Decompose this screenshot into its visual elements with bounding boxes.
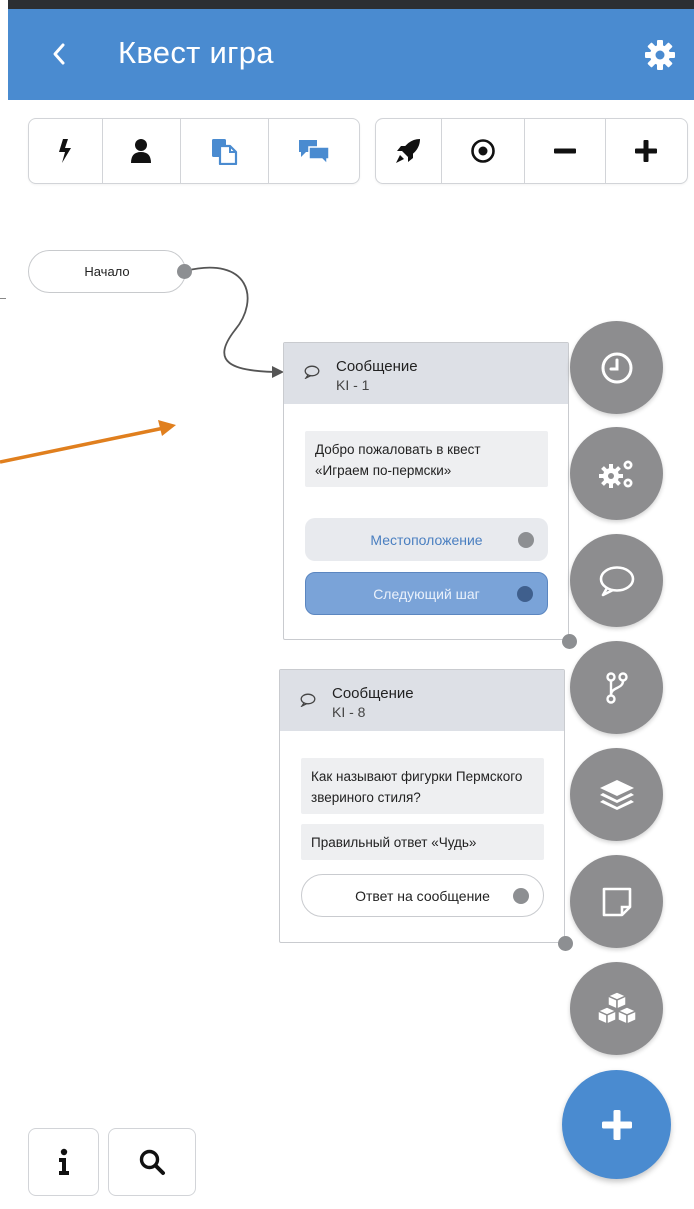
layers-fab[interactable] [570, 748, 663, 841]
speech-bubble-icon [304, 365, 320, 379]
message-card-id: KI - 8 [332, 704, 366, 720]
message-card-id: KI - 1 [336, 377, 370, 393]
search-button[interactable] [108, 1128, 196, 1196]
branch-fab[interactable] [570, 641, 663, 734]
message-card-port[interactable] [562, 634, 577, 649]
cubes-icon [595, 990, 638, 1025]
plus-icon [601, 1109, 632, 1140]
note-fab[interactable] [570, 855, 663, 948]
message-text: Как называют фигурки Пермского звериного… [301, 758, 544, 814]
start-node-label: Начало [84, 264, 130, 279]
info-icon [58, 1148, 69, 1175]
answer-button-next-step[interactable]: Следующий шаг [305, 572, 548, 615]
message-card[interactable]: Сообщение KI - 8 Как называют фигурки Пе… [279, 669, 565, 943]
branch-icon [605, 671, 628, 704]
annotation-arrowhead [158, 420, 176, 436]
answer-label: Ответ на сообщение [355, 887, 490, 904]
info-button[interactable] [28, 1128, 99, 1196]
timer-fab[interactable] [570, 321, 663, 414]
message-card-title: Сообщение [336, 358, 418, 375]
message-card-header: Сообщение KI - 1 [284, 343, 568, 404]
blocks-fab[interactable] [570, 962, 663, 1055]
answer-port[interactable] [513, 887, 529, 904]
message-text: Правильный ответ «Чудь» [301, 824, 544, 860]
start-node[interactable]: Начало [28, 250, 186, 293]
message-card-title: Сообщение [332, 685, 414, 702]
answer-button-location[interactable]: Местоположение [305, 518, 548, 561]
gears-icon [598, 460, 632, 488]
message-card[interactable]: Сообщение KI - 1 Добро пожаловать в квес… [283, 342, 569, 640]
speech-bubble-icon [599, 565, 634, 596]
clock-icon [601, 352, 632, 383]
speech-bubble-icon [300, 693, 316, 707]
connector-start-to-ki-1 [184, 266, 283, 373]
settings-fab[interactable] [570, 427, 663, 520]
search-icon [139, 1149, 165, 1175]
answer-port[interactable] [518, 531, 534, 548]
answer-label: Местоположение [370, 531, 483, 548]
annotation-arrow-line [0, 426, 165, 464]
message-card-header: Сообщение KI - 8 [280, 670, 564, 731]
add-node-button[interactable] [562, 1070, 671, 1179]
answer-label: Следующий шаг [373, 585, 480, 602]
layers-icon [599, 779, 634, 810]
note-icon [602, 887, 631, 916]
reply-button[interactable]: Ответ на сообщение [301, 874, 544, 917]
message-text: Добро пожаловать в квест «Играем по-перм… [305, 431, 548, 487]
answer-port[interactable] [517, 585, 533, 602]
start-node-port[interactable] [177, 264, 192, 279]
message-card-port[interactable] [558, 936, 573, 951]
message-fab[interactable] [570, 534, 663, 627]
